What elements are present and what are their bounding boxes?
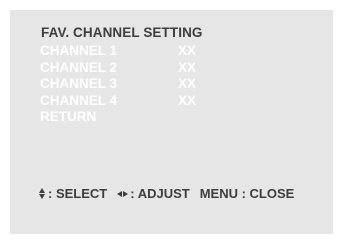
- menu-item-label: RETURN: [40, 109, 97, 124]
- menu-item-label: CHANNEL 3: [40, 76, 118, 91]
- menu-item-channel-4[interactable]: CHANNEL 4 XX: [40, 93, 218, 110]
- channel-menu-list: CHANNEL 1 XX CHANNEL 2 XX CHANNEL 3 XX C…: [40, 43, 218, 126]
- key-help-bar: : SELECT : ADJUST MENU : CLOSE: [38, 186, 294, 201]
- help-close: MENU : CLOSE: [200, 186, 295, 201]
- menu-item-channel-1[interactable]: CHANNEL 1 XX: [40, 43, 218, 60]
- menu-item-value: XX: [178, 43, 197, 58]
- osd-menu-panel: FAV. CHANNEL SETTING CHANNEL 1 XX CHANNE…: [10, 10, 333, 234]
- menu-item-value: XX: [178, 92, 197, 108]
- menu-item-channel-2[interactable]: CHANNEL 2 XX: [40, 60, 218, 77]
- help-close-label: MENU : CLOSE: [199, 186, 295, 201]
- menu-item-label: CHANNEL 2: [40, 59, 118, 75]
- left-right-arrows-icon: [117, 190, 129, 197]
- help-adjust-label: : ADJUST: [130, 186, 190, 201]
- help-select-label: : SELECT: [48, 186, 108, 201]
- up-down-arrows-icon: [38, 188, 46, 199]
- menu-item-label: CHANNEL 4: [40, 92, 118, 108]
- help-adjust: : ADJUST: [117, 186, 190, 201]
- help-select: : SELECT: [38, 186, 107, 201]
- menu-item-value: XX: [178, 76, 197, 91]
- menu-title: FAV. CHANNEL SETTING: [41, 25, 203, 40]
- menu-item-return[interactable]: RETURN: [40, 109, 218, 126]
- menu-item-label: CHANNEL 1: [40, 43, 118, 58]
- menu-item-value: XX: [178, 59, 197, 75]
- menu-item-channel-3[interactable]: CHANNEL 3 XX: [40, 76, 218, 93]
